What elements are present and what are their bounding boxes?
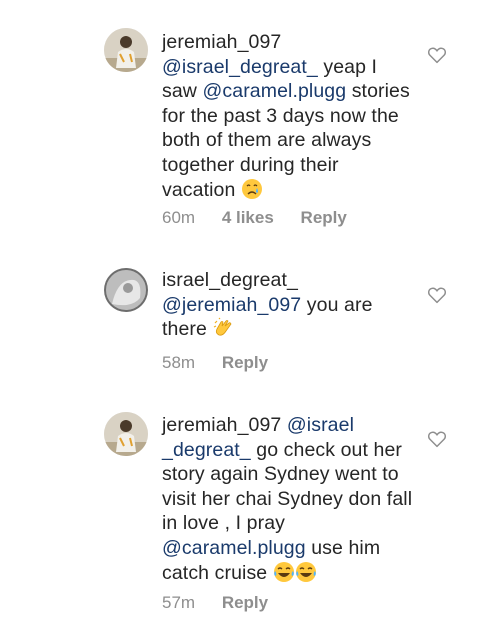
- crying-face-icon: [241, 178, 262, 199]
- comment-text: jeremiah_097 @israel _degreat_ go check …: [162, 413, 414, 585]
- reply-button[interactable]: Reply: [222, 593, 268, 612]
- avatar-photo-icon: [104, 412, 148, 456]
- tears-of-joy-icon: [273, 561, 294, 582]
- comment-username[interactable]: jeremiah_097: [162, 31, 281, 53]
- avatar-photo-icon: [104, 28, 148, 72]
- avatar-photo-icon: [104, 268, 148, 312]
- comment-meta: 57m Reply: [162, 593, 290, 613]
- avatar[interactable]: [104, 28, 148, 72]
- mention-link[interactable]: @caramel.plugg: [162, 537, 306, 559]
- comment-meta: 60m 4 likes Reply: [162, 208, 369, 228]
- clapping-hands-icon: [214, 317, 232, 336]
- reply-button[interactable]: Reply: [301, 208, 347, 227]
- mention-link[interactable]: @caramel.plugg: [203, 80, 347, 102]
- heart-outline-icon[interactable]: [427, 430, 447, 448]
- likes-count[interactable]: 4 likes: [222, 208, 274, 227]
- mention-link[interactable]: @israel_degreat_: [162, 56, 318, 78]
- comment-time: 60m: [162, 208, 196, 227]
- comment-username[interactable]: israel_degreat_: [162, 269, 298, 291]
- avatar[interactable]: [104, 412, 148, 456]
- mention-link[interactable]: @jeremiah_097: [162, 294, 301, 316]
- tears-of-joy-icon: [295, 561, 316, 582]
- comment-meta: 58m Reply: [162, 353, 290, 373]
- comment-username[interactable]: jeremiah_097: [162, 414, 281, 436]
- reply-button[interactable]: Reply: [222, 353, 268, 372]
- comment-text: israel_degreat_ @jeremiah_097 you are th…: [162, 268, 414, 342]
- comment-time: 58m: [162, 353, 196, 372]
- comment-time: 57m: [162, 593, 196, 612]
- heart-outline-icon[interactable]: [427, 286, 447, 304]
- heart-outline-icon[interactable]: [427, 46, 447, 64]
- comment-text: jeremiah_097 @israel_degreat_ yeap I saw…: [162, 30, 414, 202]
- avatar[interactable]: [104, 268, 148, 312]
